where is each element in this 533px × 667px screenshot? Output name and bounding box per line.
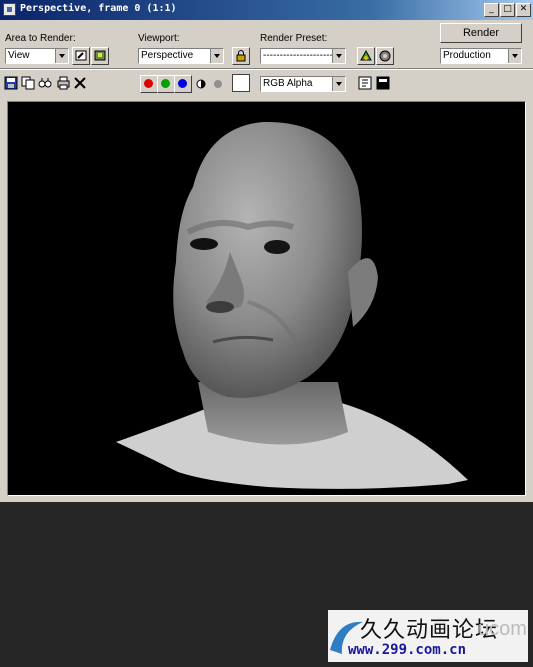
minimize-button[interactable]: _ (484, 3, 499, 17)
render-frame-window: Perspective, frame 0 (1:1) _ □ ✕ Area to… (0, 0, 533, 502)
maximize-button[interactable]: □ (500, 3, 515, 17)
edit-region-icon[interactable] (72, 47, 90, 65)
title-bar[interactable]: Perspective, frame 0 (1:1) _ □ ✕ (0, 0, 533, 20)
red-dot-icon (144, 79, 153, 88)
production-select[interactable]: Production (440, 48, 522, 64)
viewport-select[interactable]: Perspective (138, 48, 224, 64)
window-title: Perspective, frame 0 (1:1) (20, 3, 177, 14)
green-channel-button[interactable] (157, 75, 175, 93)
environment-icon[interactable] (376, 47, 394, 65)
blue-channel-button[interactable] (174, 75, 192, 93)
save-image-icon[interactable] (4, 76, 18, 90)
production-value: Production (443, 50, 491, 61)
print-image-icon[interactable] (56, 76, 70, 90)
render-preset-label: Render Preset: (260, 33, 328, 44)
close-button[interactable]: ✕ (516, 3, 531, 17)
auto-region-icon[interactable] (91, 47, 109, 65)
red-channel-button[interactable] (140, 75, 158, 93)
area-to-render-value: View (8, 50, 30, 61)
toggle-ui-overlay-icon[interactable] (358, 76, 372, 90)
rendered-head-image (116, 121, 468, 489)
lock-viewport-icon[interactable] (232, 47, 250, 65)
viewport-value: Perspective (141, 50, 194, 61)
area-to-render-select[interactable]: View (5, 48, 69, 64)
toolbar-divider (0, 68, 533, 70)
toggle-ui-icon[interactable] (376, 76, 390, 90)
clone-window-icon[interactable] (38, 76, 52, 90)
app-icon (3, 3, 16, 16)
area-to-render-label: Area to Render: (5, 33, 76, 44)
watermark: 久久动画论坛 ucom www.299.com.cn (328, 610, 528, 662)
green-dot-icon (161, 79, 170, 88)
mono-icon[interactable] (211, 77, 225, 91)
blue-dot-icon (178, 79, 187, 88)
watermark-url: www.299.com.cn (348, 642, 467, 658)
channel-display-value: RGB Alpha (263, 78, 313, 89)
render-viewport[interactable] (7, 101, 526, 496)
viewport-label: Viewport: (138, 33, 180, 44)
channel-display-select[interactable]: RGB Alpha (260, 76, 346, 92)
render-setup-icon[interactable] (357, 47, 375, 65)
copy-image-icon[interactable] (21, 76, 35, 90)
render-button[interactable]: Render (440, 23, 522, 43)
render-preset-select[interactable]: ------------------------- (260, 48, 346, 64)
alpha-channel-icon[interactable] (194, 77, 208, 91)
clear-image-icon[interactable] (73, 76, 87, 90)
color-swatch[interactable] (232, 74, 250, 92)
watermark-brand: ucom (478, 618, 527, 640)
